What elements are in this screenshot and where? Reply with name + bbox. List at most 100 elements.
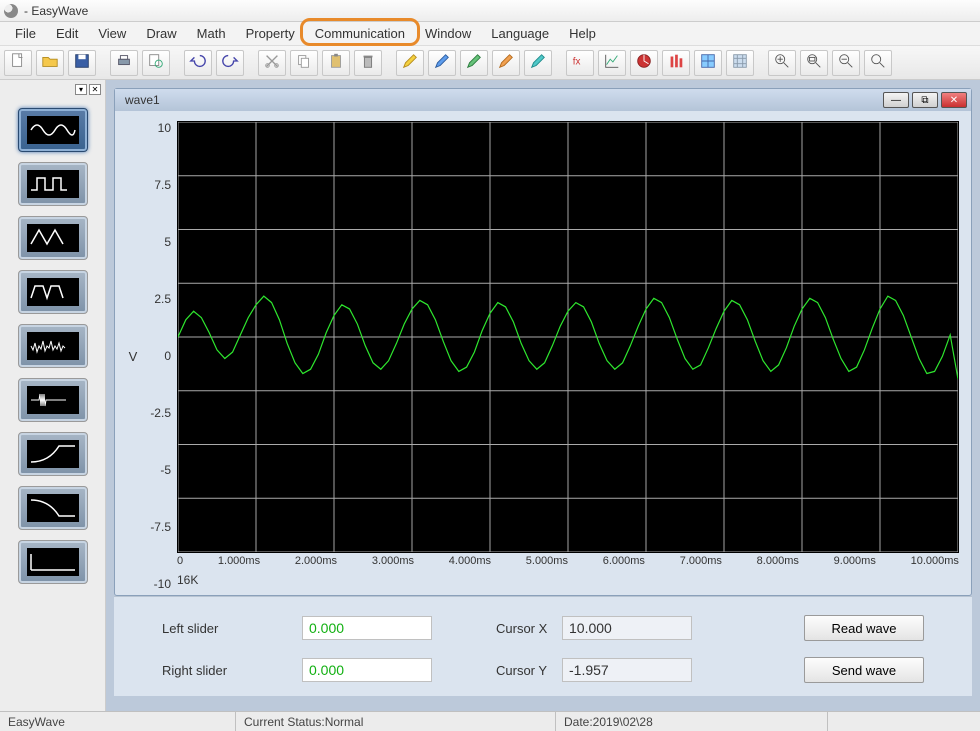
menu-property[interactable]: Property bbox=[237, 23, 304, 44]
waveform-dc-icon bbox=[27, 548, 79, 576]
menubar: FileEditViewDrawMathPropertyCommunicatio… bbox=[0, 22, 980, 46]
xtick: 5.000ms bbox=[526, 555, 568, 571]
zoom-out-button[interactable] bbox=[832, 50, 860, 76]
paste-icon bbox=[327, 52, 345, 73]
waveform-sine-icon bbox=[27, 116, 79, 144]
menu-view[interactable]: View bbox=[89, 23, 135, 44]
print-button[interactable] bbox=[110, 50, 138, 76]
open-file-icon bbox=[41, 52, 59, 73]
waveform-sidebar: ▾ ✕ bbox=[0, 80, 106, 711]
grid-button[interactable] bbox=[694, 50, 722, 76]
send-wave-button[interactable]: Send wave bbox=[804, 657, 924, 683]
waveform-exp-fall-button[interactable] bbox=[18, 486, 88, 530]
pencil-teal-button[interactable] bbox=[524, 50, 552, 76]
menu-edit[interactable]: Edit bbox=[47, 23, 87, 44]
redo-button[interactable] bbox=[216, 50, 244, 76]
save-file-button[interactable] bbox=[68, 50, 96, 76]
xtick: 1.000ms bbox=[218, 555, 260, 571]
waveform-noise-icon bbox=[27, 332, 79, 360]
menu-draw[interactable]: Draw bbox=[137, 23, 185, 44]
ytick: -7.5 bbox=[143, 520, 171, 534]
pencil-blue-button[interactable] bbox=[428, 50, 456, 76]
pencil-green-button[interactable] bbox=[460, 50, 488, 76]
undo-icon bbox=[189, 52, 207, 73]
fx-button[interactable]: fx bbox=[566, 50, 594, 76]
waveform-burst-icon bbox=[27, 386, 79, 414]
cursor-y-value[interactable] bbox=[562, 658, 692, 682]
sidebar-dropdown-icon[interactable]: ▾ bbox=[75, 84, 87, 95]
paste-button[interactable] bbox=[322, 50, 350, 76]
ytick: -2.5 bbox=[143, 406, 171, 420]
left-slider-input[interactable] bbox=[302, 616, 432, 640]
pencil-orange-button[interactable] bbox=[492, 50, 520, 76]
open-file-button[interactable] bbox=[36, 50, 64, 76]
waveform-noise-button[interactable] bbox=[18, 324, 88, 368]
xtick: 9.000ms bbox=[834, 555, 876, 571]
waveform-square-button[interactable] bbox=[18, 162, 88, 206]
ytick: -10 bbox=[143, 577, 171, 591]
resolution-label: 16K bbox=[177, 571, 959, 591]
status-current: Current Status:Normal bbox=[236, 712, 556, 731]
radar-icon bbox=[635, 52, 653, 73]
waveform-trapezoid-button[interactable] bbox=[18, 270, 88, 314]
waveform-dc-button[interactable] bbox=[18, 540, 88, 584]
x-axis-ticks: 01.000ms2.000ms3.000ms4.000ms5.000ms6.00… bbox=[177, 553, 959, 571]
waveform-triangle-icon bbox=[27, 224, 79, 252]
xtick: 8.000ms bbox=[757, 555, 799, 571]
y-axis-label: V bbox=[123, 121, 143, 591]
left-slider-label: Left slider bbox=[142, 621, 302, 636]
right-slider-label: Right slider bbox=[142, 663, 302, 678]
delete-icon bbox=[359, 52, 377, 73]
waveform-square-icon bbox=[27, 170, 79, 198]
new-file-button[interactable] bbox=[4, 50, 32, 76]
zoom-area-icon bbox=[869, 52, 887, 73]
ytick: 0 bbox=[143, 349, 171, 363]
columns-button[interactable] bbox=[662, 50, 690, 76]
menu-file[interactable]: File bbox=[6, 23, 45, 44]
pencil-blue-icon bbox=[433, 52, 451, 73]
minimize-button[interactable]: — bbox=[883, 92, 909, 108]
preview-button[interactable] bbox=[142, 50, 170, 76]
read-wave-button[interactable]: Read wave bbox=[804, 615, 924, 641]
grid-small-button[interactable] bbox=[726, 50, 754, 76]
sidebar-close-icon[interactable]: ✕ bbox=[89, 84, 101, 95]
grid-icon bbox=[699, 52, 717, 73]
waveform-trapezoid-icon bbox=[27, 278, 79, 306]
menu-communication[interactable]: Communication bbox=[306, 23, 414, 44]
pencil-yellow-button[interactable] bbox=[396, 50, 424, 76]
zoom-in-icon bbox=[773, 52, 791, 73]
plot-svg bbox=[178, 122, 958, 552]
menu-window[interactable]: Window bbox=[416, 23, 480, 44]
delete-button[interactable] bbox=[354, 50, 382, 76]
copy-button[interactable] bbox=[290, 50, 318, 76]
zoom-fit-button[interactable] bbox=[800, 50, 828, 76]
plot-area[interactable] bbox=[177, 121, 959, 553]
chart-xy-icon bbox=[603, 52, 621, 73]
ytick: 5 bbox=[143, 235, 171, 249]
cursor-x-label: Cursor X bbox=[442, 621, 562, 636]
grid-small-icon bbox=[731, 52, 749, 73]
waveform-triangle-button[interactable] bbox=[18, 216, 88, 260]
undo-button[interactable] bbox=[184, 50, 212, 76]
zoom-area-button[interactable] bbox=[864, 50, 892, 76]
menu-help[interactable]: Help bbox=[560, 23, 605, 44]
window-title: - EasyWave bbox=[24, 4, 88, 18]
zoom-in-button[interactable] bbox=[768, 50, 796, 76]
menu-math[interactable]: Math bbox=[188, 23, 235, 44]
workarea: wave1 — ⧉ ✕ V 107.552.50-2.5-5-7.5-10 bbox=[106, 80, 980, 711]
waveform-sine-button[interactable] bbox=[18, 108, 88, 152]
cut-button[interactable] bbox=[258, 50, 286, 76]
new-file-icon bbox=[9, 52, 27, 73]
right-slider-input[interactable] bbox=[302, 658, 432, 682]
chart-window: wave1 — ⧉ ✕ V 107.552.50-2.5-5-7.5-10 bbox=[114, 88, 972, 596]
close-button[interactable]: ✕ bbox=[941, 92, 967, 108]
maximize-button[interactable]: ⧉ bbox=[912, 92, 938, 108]
xtick: 4.000ms bbox=[449, 555, 491, 571]
menu-language[interactable]: Language bbox=[482, 23, 558, 44]
waveform-burst-button[interactable] bbox=[18, 378, 88, 422]
chart-xy-button[interactable] bbox=[598, 50, 626, 76]
waveform-exp-rise-button[interactable] bbox=[18, 432, 88, 476]
preview-icon bbox=[147, 52, 165, 73]
cursor-x-value[interactable] bbox=[562, 616, 692, 640]
radar-button[interactable] bbox=[630, 50, 658, 76]
